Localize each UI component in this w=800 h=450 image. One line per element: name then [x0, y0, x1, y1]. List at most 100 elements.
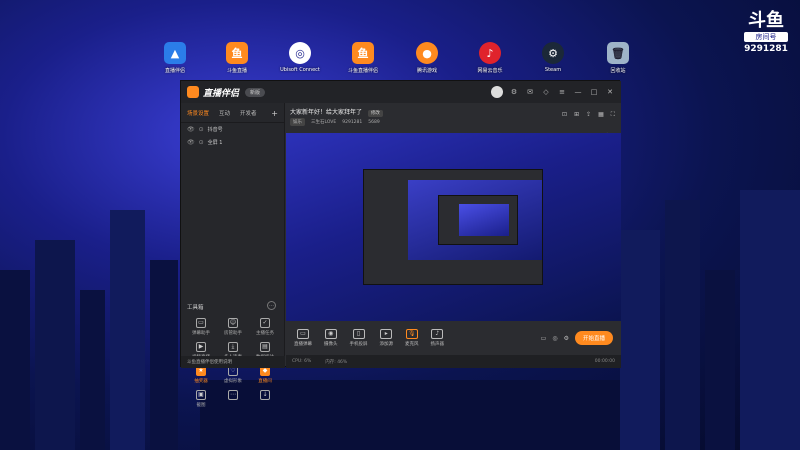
scene-item[interactable]: 👁 ⊙ 全屏 1	[181, 136, 284, 149]
ubisoft-icon: ◎	[289, 42, 311, 64]
tool-danmu[interactable]: ▭ 弹幕助手	[185, 318, 217, 336]
layout-icon[interactable]: ▦	[598, 111, 604, 119]
stats-icon: ▤	[260, 342, 270, 352]
desktop-icon-label: 腾讯游戏	[416, 68, 437, 74]
lock-icon[interactable]: ⊡	[562, 111, 567, 119]
cpu-status: CPU: 6%	[292, 359, 312, 364]
user-avatar[interactable]	[491, 86, 503, 98]
gift-icon[interactable]: ⊞	[574, 111, 579, 119]
preview-nested-window	[363, 169, 543, 285]
mic-button[interactable]: 🎙 麦克风	[405, 329, 419, 347]
more-icon: ⋯	[228, 390, 238, 400]
tab-interact[interactable]: 互动	[219, 109, 230, 118]
tab-scene[interactable]: 场景设置	[187, 109, 209, 118]
eye-icon[interactable]: 👁	[187, 126, 195, 133]
tool-virtual-avatar[interactable]: ♡ 虚拟形象	[217, 366, 249, 384]
menu-icon[interactable]: ≡	[557, 88, 567, 96]
desktop-icon-1[interactable]: ▲ 直播伴侣	[151, 42, 199, 74]
bottom-label: 直播弹幕	[294, 342, 312, 347]
phone-cast-button[interactable]: ▯ 手机投屏	[350, 329, 368, 347]
tool-download[interactable]: ↓	[249, 390, 281, 408]
add-scene-button[interactable]: +	[271, 109, 278, 118]
desktop-icon-label: 斗鱼直播	[226, 68, 247, 74]
recycle-bin-icon: 🗑	[607, 42, 629, 64]
version-badge[interactable]: 新版	[245, 87, 266, 97]
title-bar: 直播伴侣 新版 ⚙ ✉ ◇ ≡ — □ ✕	[181, 81, 621, 103]
desktop-icon-2[interactable]: 鱼 斗鱼直播	[213, 42, 261, 74]
task-icon: ✓	[260, 318, 270, 328]
top-right-tools: ⊡ ⊞ ⇪ ▦ ⛶	[562, 111, 615, 119]
speaker-button[interactable]: ♪ 扬声器	[430, 329, 445, 347]
desktop-icon-4[interactable]: 鱼 斗鱼直播伴侣	[339, 42, 387, 74]
desktop-icon-7[interactable]: ⚙ Steam	[529, 42, 577, 73]
fullscreen-icon[interactable]: ⛶	[611, 111, 615, 119]
stream-preview[interactable]	[286, 133, 621, 321]
tool-label: 弹幕助手	[192, 331, 210, 336]
app-title: 直播伴侣	[203, 88, 240, 99]
tool-more[interactable]: ⋯	[217, 390, 249, 408]
douyu-companion-icon: ▲	[164, 42, 186, 64]
notice-bar[interactable]: 斗鱼直播伴侣使用说明	[181, 356, 285, 368]
eye-icon[interactable]: 👁	[187, 139, 195, 146]
category-name: 三生石LOVE	[311, 120, 337, 125]
left-tabs: 场景设置 互动 开发者 +	[181, 103, 284, 123]
tool-task[interactable]: ✓ 主播任务	[249, 318, 281, 336]
bottom-label: 添加源	[379, 342, 394, 347]
desktop-icon-5[interactable]: ● 腾讯游戏	[403, 42, 451, 74]
desktop-icon-8[interactable]: 🗑 回收站	[594, 42, 642, 74]
minimize-icon[interactable]: —	[573, 88, 583, 96]
desktop-icon-label: Ubisoft Connect	[280, 67, 320, 73]
tab-developer[interactable]: 开发者	[240, 109, 257, 118]
desktop-icon-label: Steam	[544, 67, 562, 73]
tool-screenshot[interactable]: ▣ 截图	[185, 390, 217, 408]
tool-label: 抽奖器	[194, 379, 208, 384]
bottom-label: 摄像头	[324, 342, 338, 347]
add-source-icon: ▸	[380, 329, 393, 339]
preview-eye-icon[interactable]: ◎	[552, 335, 557, 342]
scene-item[interactable]: 👁 ⊙ 抖音号	[181, 123, 284, 136]
bottom-label: 麦克风	[405, 342, 419, 347]
tool-room[interactable]: ◆ 直播间	[249, 366, 281, 384]
bottom-label: 手机投屏	[349, 342, 368, 347]
room-meta: 娱乐 三生石LOVE 9291281 5689	[290, 118, 380, 126]
tool-lottery[interactable]: ★ 抽奖器	[185, 366, 217, 384]
room-title-text: 大家新年好！给大家拜年了	[290, 109, 363, 116]
settings-icon[interactable]: ⚙	[564, 335, 569, 342]
right-panel: 大家新年好！给大家拜年了 修改 娱乐 三生石LOVE 9291281 5689 …	[286, 103, 621, 368]
desktop-icon-3[interactable]: ◎ Ubisoft Connect	[276, 42, 324, 73]
toolbox-more-button[interactable]: …	[267, 301, 276, 310]
add-source-button[interactable]: ▸ 添加源	[379, 329, 394, 347]
settings-icon[interactable]: ⚙	[509, 88, 519, 96]
close-icon[interactable]: ✕	[605, 88, 615, 96]
share-icon[interactable]: ⇪	[586, 111, 591, 119]
mic-icon: 🎙	[405, 329, 418, 339]
douyu-orange-icon: 鱼	[352, 42, 374, 64]
lock-icon[interactable]: ⊙	[199, 126, 204, 133]
toolbox-title: 工具箱	[187, 305, 204, 311]
room-label: 房间号	[744, 32, 788, 42]
danmu-screen-button[interactable]: ▭ 直播弹幕	[294, 329, 312, 347]
maximize-icon[interactable]: □	[589, 88, 599, 96]
tool-label: 房管助手	[224, 331, 242, 336]
lock-icon[interactable]: ⊙	[199, 139, 204, 146]
bottom-label: 扬声器	[430, 342, 445, 347]
douyu-watermark: 斗鱼 房间号 9291281	[744, 12, 788, 54]
room-id: 9291281	[342, 119, 363, 125]
phone-cast-icon: ▯	[352, 329, 365, 339]
message-icon[interactable]: ✉	[525, 88, 535, 96]
app-logo-icon	[187, 86, 199, 98]
tool-manager[interactable]: ☺ 房管助手	[217, 318, 249, 336]
category-tag[interactable]: 娱乐	[290, 118, 305, 126]
douyu-orange-icon: 鱼	[226, 42, 248, 64]
desktop-icon-6[interactable]: ♪ 网易云音乐	[466, 42, 514, 74]
speaker-icon: ♪	[431, 329, 444, 339]
tool-label: 直播间	[258, 379, 272, 384]
record-icon[interactable]: ▭	[541, 335, 547, 342]
edit-title-button[interactable]: 修改	[367, 110, 383, 117]
go-live-button[interactable]: 开始直播	[574, 331, 613, 345]
preview-nested-canvas-2	[459, 204, 509, 236]
camera-button[interactable]: ◉ 摄像头	[324, 329, 338, 347]
steam-icon: ⚙	[542, 42, 564, 64]
preview-nested-canvas	[408, 180, 542, 260]
skin-icon[interactable]: ◇	[541, 88, 551, 96]
